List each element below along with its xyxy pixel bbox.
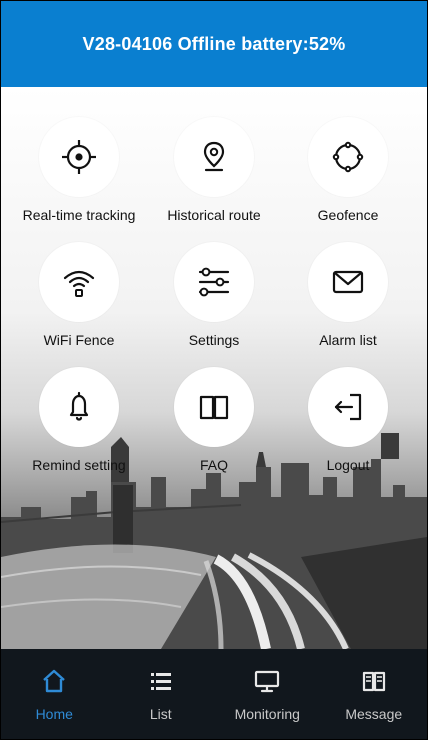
book-icon xyxy=(199,395,229,420)
envelope-icon xyxy=(332,270,364,294)
menu-label: Geofence xyxy=(317,207,379,223)
bell-icon xyxy=(69,391,89,421)
menu-icon-circle xyxy=(174,367,254,447)
sliders-icon xyxy=(198,267,230,297)
menu-remind-setting[interactable]: Remind setting xyxy=(9,367,149,477)
menu-historical-route[interactable]: Historical route xyxy=(144,117,284,227)
menu-settings[interactable]: Settings xyxy=(144,242,284,352)
menu-label: Alarm list xyxy=(319,332,377,348)
route-pin-icon xyxy=(203,141,225,172)
menu-alarm-list[interactable]: Alarm list xyxy=(278,242,418,352)
monitor-icon xyxy=(255,670,280,693)
logout-icon xyxy=(334,393,362,421)
menu-label: WiFi Fence xyxy=(43,332,115,348)
menu-icon-circle xyxy=(39,367,119,447)
menu-icon-circle xyxy=(308,242,388,322)
tab-message[interactable]: Message xyxy=(321,649,428,739)
crosshair-icon xyxy=(62,140,96,174)
menu-label: Real-time tracking xyxy=(22,207,136,223)
menu-icon-circle xyxy=(174,242,254,322)
tab-label: Monitoring xyxy=(234,706,300,722)
menu-wifi-fence[interactable]: WiFi Fence xyxy=(9,242,149,352)
tab-list[interactable]: List xyxy=(108,649,215,739)
device-status-title: V28-04106 Offline battery:52% xyxy=(82,33,346,54)
tab-label: List xyxy=(149,706,172,722)
menu-label: Historical route xyxy=(167,207,261,223)
menu-label: Settings xyxy=(188,332,240,348)
menu-icon-circle xyxy=(174,117,254,197)
menu-logout[interactable]: Logout xyxy=(278,367,418,477)
tab-monitoring[interactable]: Monitoring xyxy=(214,649,321,739)
home-menu-grid: Real-time tracking Historical route Geof… xyxy=(1,87,427,487)
bottom-tab-bar: Home List Monitoring Message xyxy=(1,649,427,739)
menu-icon-circle xyxy=(39,117,119,197)
geofence-circle-icon xyxy=(332,141,364,173)
tab-label: Home xyxy=(35,706,73,722)
menu-icon-circle xyxy=(308,117,388,197)
home-icon xyxy=(43,669,66,693)
menu-real-time-tracking[interactable]: Real-time tracking xyxy=(9,117,149,227)
menu-label: Logout xyxy=(326,457,370,473)
menu-faq[interactable]: FAQ xyxy=(144,367,284,477)
tab-home[interactable]: Home xyxy=(1,649,108,739)
menu-label: FAQ xyxy=(199,457,228,473)
list-icon xyxy=(150,673,171,690)
wifi-icon xyxy=(63,270,95,297)
menu-label: Remind setting xyxy=(32,457,126,473)
app-frame: V28-04106 Offline battery:52% Real-time … xyxy=(1,1,427,739)
menu-icon-circle xyxy=(39,242,119,322)
message-book-icon xyxy=(362,671,385,692)
menu-geofence[interactable]: Geofence xyxy=(278,117,418,227)
header-bar: V28-04106 Offline battery:52% xyxy=(1,1,427,87)
tab-label: Message xyxy=(345,706,403,722)
menu-icon-circle xyxy=(308,367,388,447)
